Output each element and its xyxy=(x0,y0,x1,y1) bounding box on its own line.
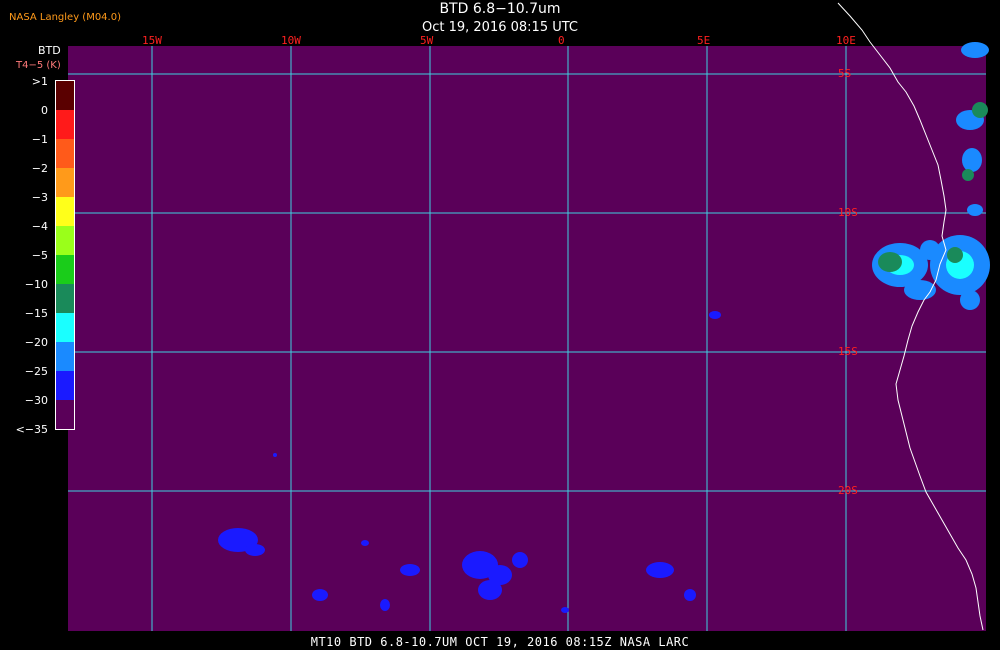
latitude-label: 10S xyxy=(838,206,858,219)
legend-label: >1 xyxy=(31,75,48,88)
legend-label: <−35 xyxy=(15,423,48,436)
latitude-label: 20S xyxy=(838,484,858,497)
legend-label: −10 xyxy=(24,278,48,291)
legend-label: 0 xyxy=(41,104,48,117)
cloud-patch xyxy=(920,240,940,260)
legend-swatch xyxy=(56,371,74,400)
cloud-patch xyxy=(878,252,902,272)
legend-title: BTD xyxy=(38,44,61,57)
cloud-patch xyxy=(960,290,980,310)
legend-label: −4 xyxy=(31,220,48,233)
latitude-label: 15S xyxy=(838,345,858,358)
cloud-patch xyxy=(961,42,989,58)
longitude-label: 5E xyxy=(697,34,711,47)
cloud-patch xyxy=(967,204,983,216)
legend-label: −3 xyxy=(31,191,48,204)
cloud-patch xyxy=(312,589,328,601)
legend-label: −1 xyxy=(31,133,48,146)
map-background xyxy=(68,46,986,631)
legend-swatch xyxy=(56,400,74,429)
legend-label: −2 xyxy=(31,162,48,175)
longitude-label: 10W xyxy=(281,34,301,47)
legend-label: −5 xyxy=(31,249,48,262)
latitude-label: 5S xyxy=(838,67,852,80)
legend-label: −20 xyxy=(24,336,48,349)
cloud-patch xyxy=(561,607,569,613)
cloud-patch xyxy=(972,102,988,118)
legend-swatch xyxy=(56,81,74,110)
cloud-patch xyxy=(361,540,369,546)
legend-swatch xyxy=(56,313,74,342)
legend-unit: T4−5 (K) xyxy=(16,60,61,71)
legend-label: −30 xyxy=(24,394,48,407)
legend-swatch xyxy=(56,284,74,313)
longitude-label: 0 xyxy=(558,34,565,47)
cloud-patch xyxy=(512,552,528,568)
cloud-patch xyxy=(962,148,982,172)
legend-label: −15 xyxy=(24,307,48,320)
legend-swatch xyxy=(56,139,74,168)
legend-swatch xyxy=(56,168,74,197)
longitude-label: 10E xyxy=(836,34,856,47)
cloud-patch xyxy=(245,544,265,556)
cloud-patch xyxy=(962,169,974,181)
cloud-patch xyxy=(273,453,277,457)
legend-swatch xyxy=(56,226,74,255)
legend-colorbar xyxy=(55,80,75,430)
footer-caption: MT10 BTD 6.8-10.7UM OCT 19, 2016 08:15Z … xyxy=(310,635,690,649)
cloud-patch xyxy=(380,599,390,611)
legend-swatch xyxy=(56,110,74,139)
longitude-label: 5W xyxy=(420,34,434,47)
legend-label: −25 xyxy=(24,365,48,378)
cloud-patch xyxy=(947,247,963,263)
legend-swatch xyxy=(56,342,74,371)
cloud-patch xyxy=(646,562,674,578)
cloud-patch xyxy=(709,311,721,319)
cloud-patch xyxy=(488,565,512,585)
legend-swatch xyxy=(56,197,74,226)
map-canvas xyxy=(68,2,990,631)
cloud-patch xyxy=(400,564,420,576)
cloud-patch xyxy=(684,589,696,601)
longitude-label: 15W xyxy=(142,34,162,47)
legend-swatch xyxy=(56,255,74,284)
